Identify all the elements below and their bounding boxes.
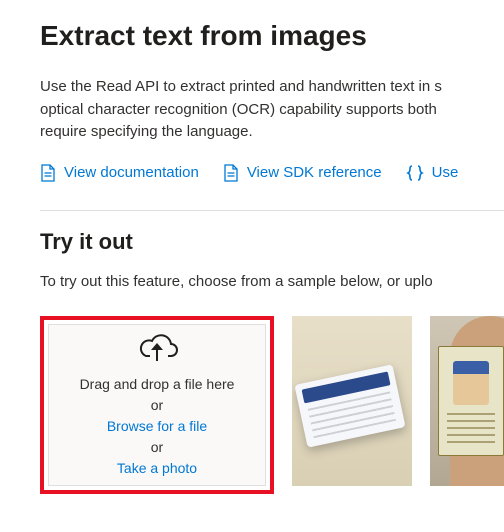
desc-line: Use the Read API to extract printed and … (40, 78, 442, 95)
upload-dropzone[interactable]: Drag and drop a file here or Browse for … (48, 324, 266, 486)
dropzone-text: Drag and drop a file here (80, 374, 235, 395)
sample-image[interactable] (430, 316, 504, 486)
gallery: Drag and drop a file here or Browse for … (40, 316, 504, 494)
page-title: Extract text from images (40, 20, 504, 52)
link-label: View documentation (64, 164, 199, 181)
tryout-sub: To try out this feature, choose from a s… (40, 273, 504, 290)
view-documentation-link[interactable]: View documentation (40, 164, 199, 182)
links-row: View documentation View SDK reference Us… (40, 164, 504, 182)
link-label: View SDK reference (247, 164, 382, 181)
document-icon (223, 164, 239, 182)
braces-icon (406, 165, 424, 181)
document-icon (40, 164, 56, 182)
tryout-heading: Try it out (40, 229, 504, 255)
dropzone-text: or (151, 437, 163, 458)
link-label: Use (432, 164, 459, 181)
dropzone-highlight: Drag and drop a file here or Browse for … (40, 316, 274, 494)
sample-image[interactable] (292, 316, 412, 486)
desc-line: require specifying the language. (40, 123, 253, 140)
dropzone-text: or (151, 395, 163, 416)
view-sdk-reference-link[interactable]: View SDK reference (223, 164, 382, 182)
browse-file-link[interactable]: Browse for a file (107, 416, 207, 437)
description: Use the Read API to extract printed and … (40, 76, 504, 144)
use-link[interactable]: Use (406, 164, 459, 181)
take-photo-link[interactable]: Take a photo (117, 458, 197, 479)
cloud-upload-icon (135, 331, 179, 366)
desc-line: optical character recognition (OCR) capa… (40, 101, 437, 118)
divider (40, 210, 504, 211)
